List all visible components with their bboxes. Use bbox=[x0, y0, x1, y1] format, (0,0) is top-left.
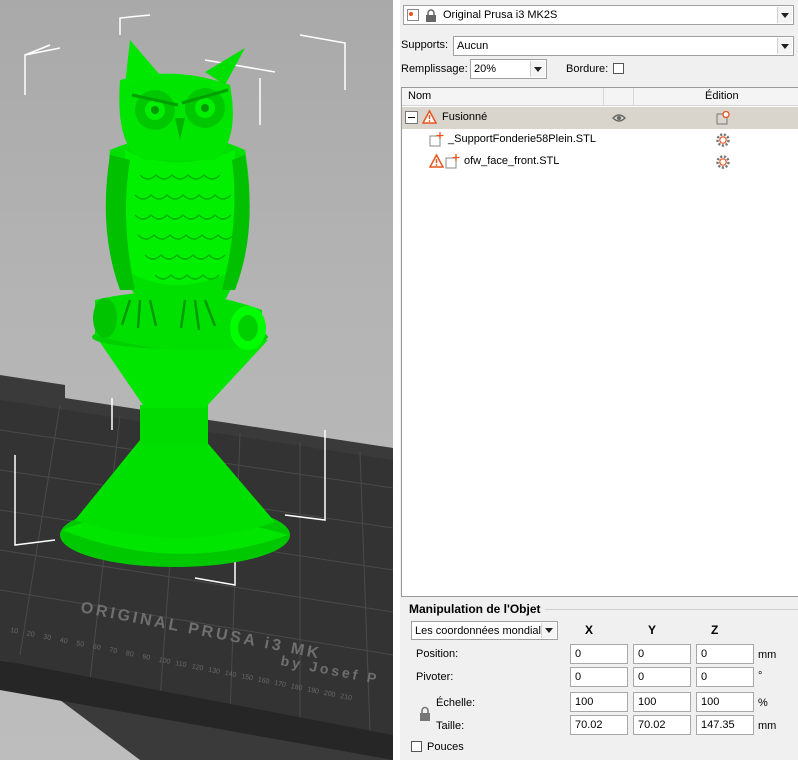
infill-select[interactable]: 20% bbox=[470, 59, 547, 79]
lock-icon bbox=[426, 8, 436, 22]
printer-icon bbox=[407, 9, 419, 21]
brim-label: Bordure: bbox=[566, 63, 609, 75]
ruler-tick-label: 60 bbox=[92, 644, 101, 652]
ruler-tick-label: 70 bbox=[109, 647, 118, 655]
collapse-icon[interactable] bbox=[405, 111, 418, 124]
ruler-tick-label: 40 bbox=[59, 637, 68, 645]
list-item-face[interactable]: ofw_face_front.STL bbox=[402, 151, 798, 173]
column-name[interactable]: Nom bbox=[408, 90, 431, 102]
chevron-down-icon[interactable] bbox=[541, 623, 556, 638]
size-z-field[interactable]: 147.35 bbox=[696, 715, 754, 735]
inches-label: Pouces bbox=[427, 741, 464, 753]
list-item-merged[interactable]: Fusionné bbox=[402, 107, 798, 129]
eye-icon[interactable] bbox=[612, 113, 626, 123]
chevron-down-icon[interactable] bbox=[777, 7, 792, 23]
size-x-field[interactable]: 70.02 bbox=[570, 715, 628, 735]
inches-checkbox[interactable] bbox=[411, 741, 422, 752]
item-name: ofw_face_front.STL bbox=[464, 155, 560, 167]
ruler-tick-label: 10 bbox=[10, 627, 19, 635]
object-list-header: Nom Édition bbox=[402, 88, 798, 106]
part-add-icon bbox=[445, 154, 460, 169]
infill-value: 20% bbox=[474, 63, 497, 75]
axis-z-label: Z bbox=[711, 623, 719, 637]
coord-system-value: Les coordonnées mondiales bbox=[415, 624, 541, 637]
3d-viewport[interactable]: ORIGINAL PRUSA i3 MK by Josef P 10 20 30 40… bbox=[0, 0, 393, 760]
supports-value: Aucun bbox=[457, 40, 489, 52]
part-add-icon bbox=[429, 132, 444, 147]
size-unit: mm bbox=[758, 720, 777, 732]
scale-y-field[interactable]: 100 bbox=[633, 692, 691, 712]
infill-label: Remplissage: bbox=[401, 63, 468, 75]
list-item-support[interactable]: _SupportFonderie58Plein.STL bbox=[402, 129, 798, 151]
scale-label: Échelle: bbox=[436, 697, 476, 709]
chevron-down-icon[interactable] bbox=[530, 61, 545, 77]
edit-settings-icon[interactable] bbox=[716, 111, 730, 125]
item-name: _SupportFonderie58Plein.STL bbox=[448, 133, 596, 145]
settings-panel: Original Prusa i3 MK2S Supports: Aucun R… bbox=[393, 0, 798, 760]
gear-icon[interactable] bbox=[716, 155, 730, 169]
rotation-x-field[interactable]: 0 bbox=[570, 667, 628, 687]
scene: ORIGINAL PRUSA i3 MK by Josef P 10 20 30 40… bbox=[0, 14, 393, 760]
column-edit[interactable]: Édition bbox=[705, 90, 739, 102]
ruler-tick-label: 90 bbox=[142, 653, 151, 661]
ruler-tick-label: 50 bbox=[76, 640, 85, 648]
brim-checkbox[interactable] bbox=[613, 63, 624, 74]
rotation-z-field[interactable]: 0 bbox=[696, 667, 754, 687]
rotation-y-field[interactable]: 0 bbox=[633, 667, 691, 687]
scale-z-field[interactable]: 100 bbox=[696, 692, 754, 712]
supports-select[interactable]: Aucun bbox=[453, 36, 794, 56]
ruler-tick-label: 80 bbox=[125, 650, 134, 658]
size-label: Taille: bbox=[436, 720, 465, 732]
coord-system-select[interactable]: Les coordonnées mondiales bbox=[411, 621, 558, 640]
position-label: Position: bbox=[416, 648, 459, 660]
printer-name: Original Prusa i3 MK2S bbox=[443, 9, 558, 21]
size-y-field[interactable]: 70.02 bbox=[633, 715, 691, 735]
scale-unit: % bbox=[758, 697, 768, 709]
rotation-label: Pivoter: bbox=[416, 671, 454, 683]
scale-x-field[interactable]: 100 bbox=[570, 692, 628, 712]
axis-x-label: X bbox=[585, 623, 594, 637]
position-x-field[interactable]: 0 bbox=[570, 644, 628, 664]
lock-icon[interactable] bbox=[419, 706, 431, 721]
ruler-tick-label: 30 bbox=[43, 634, 52, 642]
position-unit: mm bbox=[758, 649, 777, 661]
position-y-field[interactable]: 0 bbox=[633, 644, 691, 664]
rotation-unit: ° bbox=[758, 670, 763, 682]
ruler-tick-label: 20 bbox=[26, 630, 35, 638]
manipulation-title: Manipulation de l'Objet bbox=[409, 602, 545, 616]
supports-label: Supports: bbox=[401, 39, 449, 51]
chevron-down-icon[interactable] bbox=[777, 38, 792, 54]
item-name: Fusionné bbox=[442, 111, 488, 123]
axis-y-label: Y bbox=[648, 623, 657, 637]
position-z-field[interactable]: 0 bbox=[696, 644, 754, 664]
gear-icon[interactable] bbox=[716, 133, 730, 147]
warning-icon bbox=[429, 154, 444, 168]
printer-select[interactable]: Original Prusa i3 MK2S bbox=[403, 5, 794, 25]
warning-icon bbox=[422, 110, 437, 124]
object-list[interactable]: Nom Édition Fusionné _SupportFonderie58P… bbox=[401, 87, 798, 597]
